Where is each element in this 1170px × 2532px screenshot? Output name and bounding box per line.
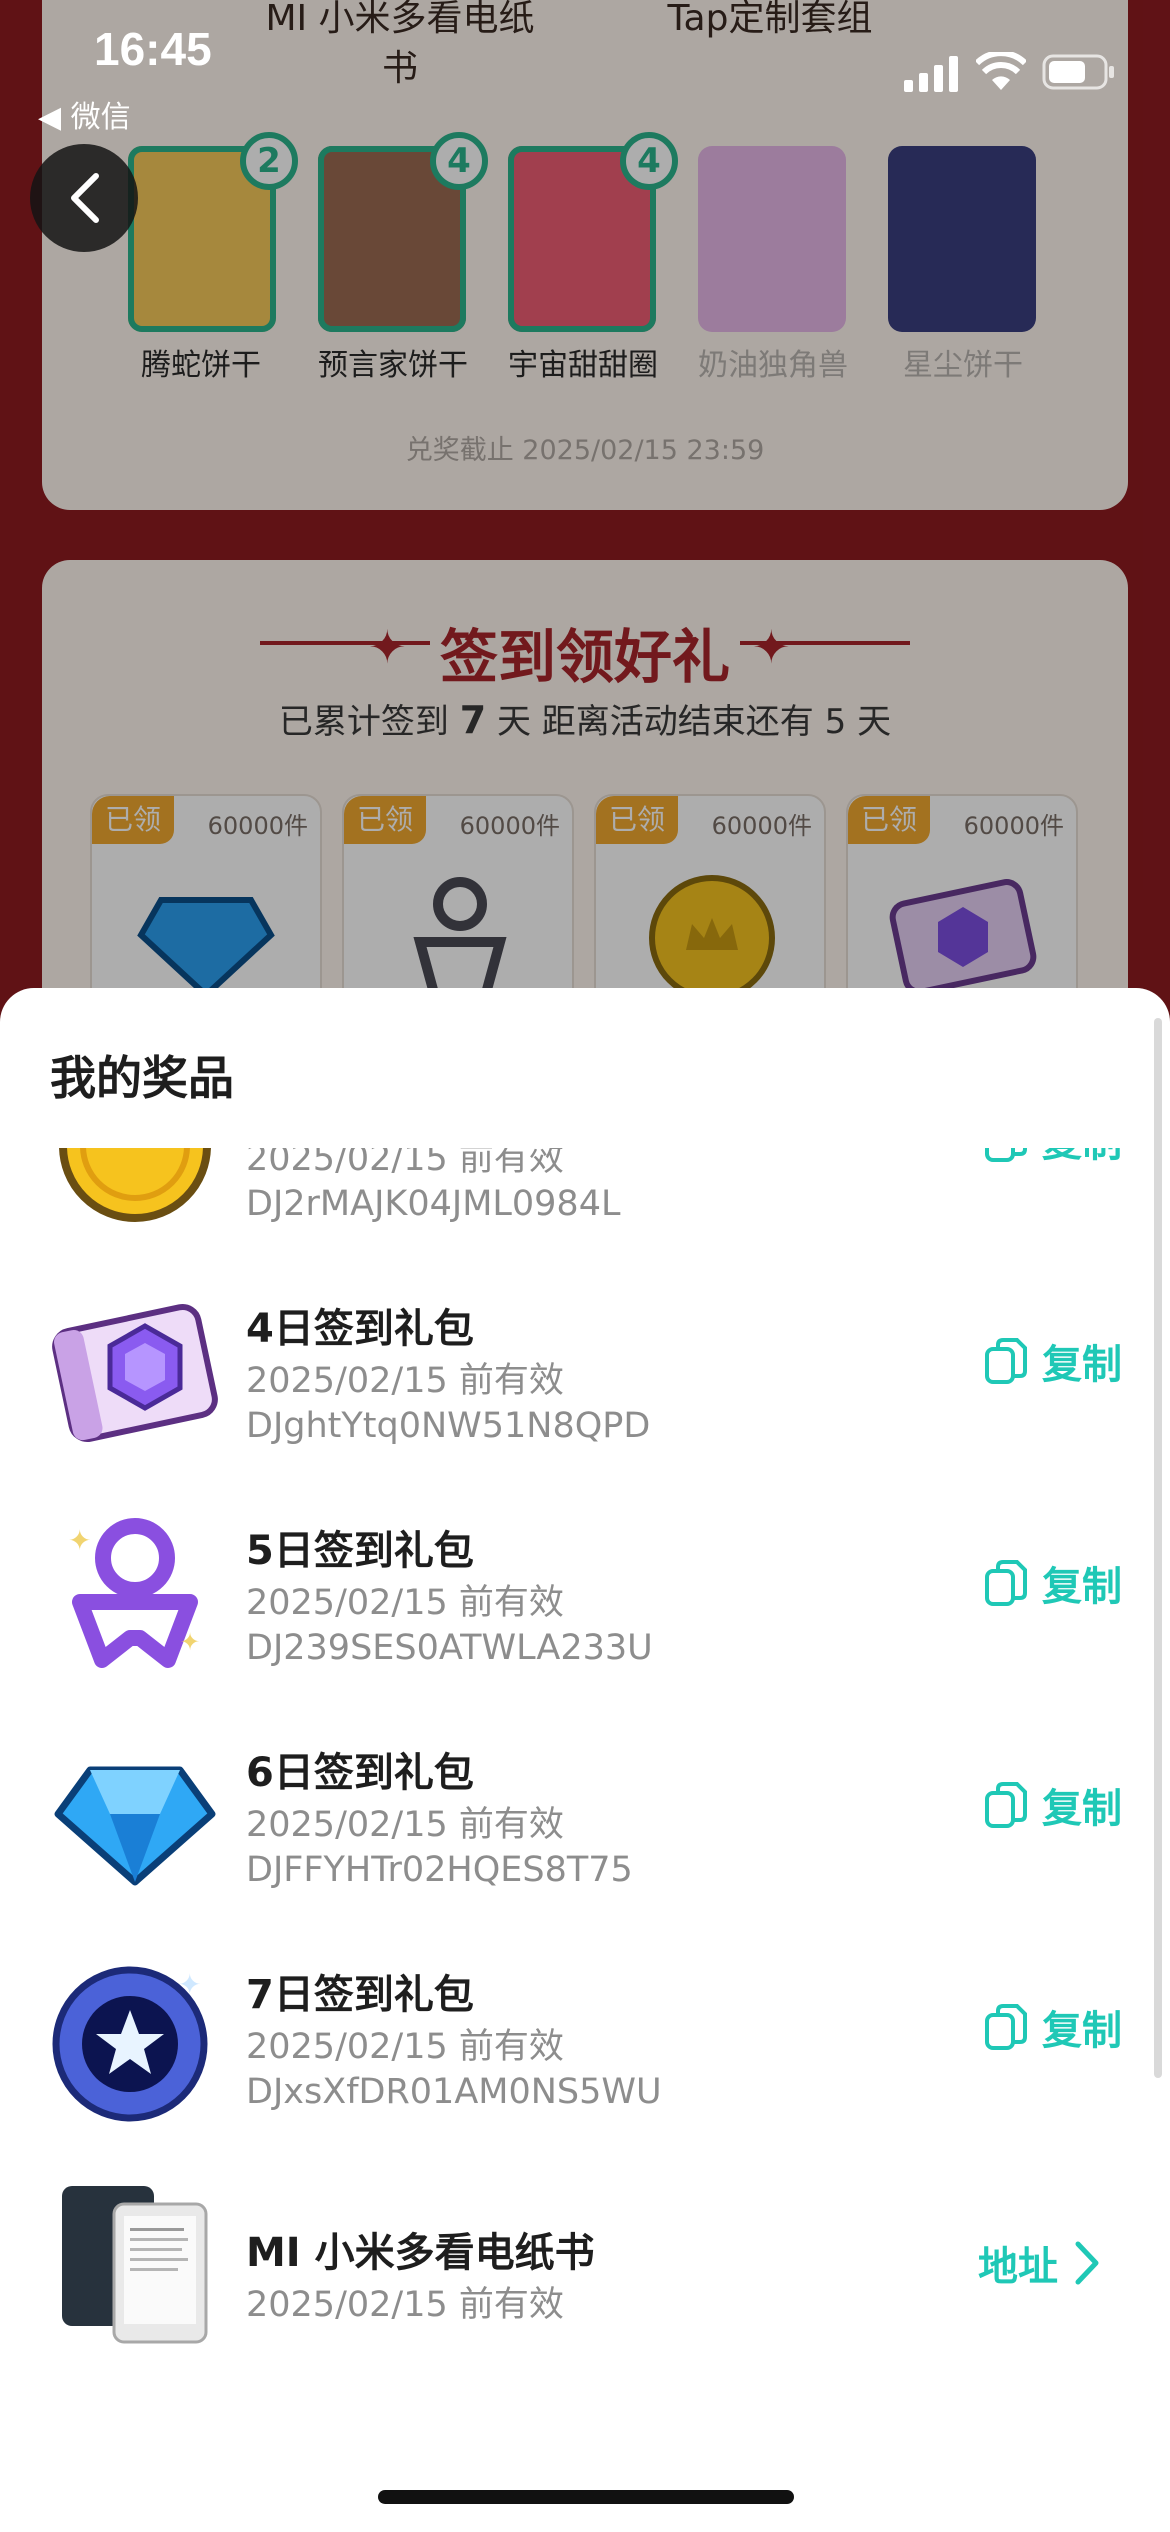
address-label: 地址: [978, 2244, 1058, 2290]
ereader-icon: [62, 2186, 208, 2344]
list-item: ✦ ✦ 5日签到礼包 2025/02/15 前有效 DJ239SES0ATWLA…: [0, 1488, 1170, 1710]
chevron-left-icon: [71, 173, 99, 223]
list-item: ✦ 7日签到礼包 2025/02/15 前有效 DJxsXfDR01AM0NS5…: [0, 1932, 1170, 2154]
prize-code: DJghtYtq0NW51N8QPD: [246, 1406, 651, 1446]
prize-validity: 2025/02/15 前有效: [246, 1805, 564, 1845]
copy-button[interactable]: 复制: [984, 1554, 1122, 1612]
prize-title: 6日签到礼包: [246, 1750, 474, 1796]
home-indicator[interactable]: [378, 2490, 794, 2504]
list-item: 6日签到礼包 2025/02/15 前有效 DJFFYHTr02HQES8T75…: [0, 1710, 1170, 1932]
prize-code: DJ2rMAJK04JML0984L: [246, 1184, 621, 1224]
copy-icon: [985, 2004, 1027, 2050]
list-item: 2025/02/15 前有效 DJ2rMAJK04JML0984L 复制: [0, 1148, 1170, 1266]
prize-list[interactable]: 2025/02/15 前有效 DJ2rMAJK04JML0984L 复制 4日签…: [0, 1148, 1170, 2448]
copy-icon: [985, 1560, 1027, 1606]
copy-button[interactable]: 复制: [984, 1332, 1122, 1390]
star-orb-icon: ✦: [52, 1966, 208, 2122]
gold-coin-icon: [59, 1148, 211, 1222]
prize-validity: 2025/02/15 前有效: [246, 1148, 564, 1179]
prize-title: 4日签到礼包: [246, 1306, 474, 1352]
svg-text:✦: ✦: [180, 1628, 200, 1656]
prize-validity: 2025/02/15 前有效: [246, 1361, 564, 1401]
purple-ticket-icon: [52, 1304, 218, 1442]
prize-validity: 2025/02/15 前有效: [246, 2285, 564, 2325]
status-time: 16:45: [94, 23, 212, 75]
copy-label: 复制: [1042, 1342, 1122, 1388]
prize-code: DJxsXfDR01AM0NS5WU: [246, 2072, 662, 2112]
svg-text:✦: ✦: [178, 1968, 201, 2001]
status-bar: 16:45 ◀ 微信: [0, 0, 1170, 135]
copy-label: 复制: [1042, 1148, 1122, 1168]
list-item: 4日签到礼包 2025/02/15 前有效 DJghtYtq0NW51N8QPD…: [0, 1266, 1170, 1488]
svg-text:✦: ✦: [68, 1524, 91, 1557]
prize-title: MI 小米多看电纸书: [246, 2230, 595, 2276]
my-prizes-sheet: 我的奖品 2025/02/15 前有效 DJ2rMAJK04JML0984L 复…: [0, 988, 1170, 2532]
copy-label: 复制: [1042, 1564, 1122, 1610]
sheet-title: 我的奖品: [50, 1051, 234, 1105]
prize-title: 5日签到礼包: [246, 1528, 474, 1574]
chevron-right-icon: [1075, 2241, 1099, 2285]
wifi-icon: [976, 52, 1026, 90]
signal-icon: [904, 56, 958, 92]
copy-button[interactable]: 复制: [984, 1998, 1122, 2056]
back-button[interactable]: [30, 144, 138, 252]
copy-button[interactable]: 复制: [984, 1776, 1122, 1834]
battery-icon: [1042, 54, 1114, 90]
copy-icon: [985, 1338, 1027, 1384]
prize-code: DJ239SES0ATWLA233U: [246, 1628, 653, 1668]
address-button[interactable]: 地址: [978, 2234, 1100, 2292]
copy-icon: [985, 1782, 1027, 1828]
list-item: MI 小米多看电纸书 2025/02/15 前有效 地址: [0, 2154, 1170, 2376]
copy-button[interactable]: 复制: [984, 1148, 1122, 1168]
cookie-cutter-icon: ✦ ✦: [68, 1518, 200, 1668]
copy-icon: [985, 1148, 1027, 1162]
prize-code: DJFFYHTr02HQES8T75: [246, 1850, 633, 1890]
prize-title: 7日签到礼包: [246, 1972, 474, 2018]
blue-gem-icon: [54, 1766, 216, 1886]
prize-validity: 2025/02/15 前有效: [246, 1583, 564, 1623]
prize-validity: 2025/02/15 前有效: [246, 2027, 564, 2067]
copy-label: 复制: [1042, 2008, 1122, 2054]
copy-label: 复制: [1042, 1786, 1122, 1832]
back-to-wechat[interactable]: ◀ 微信: [38, 92, 131, 136]
